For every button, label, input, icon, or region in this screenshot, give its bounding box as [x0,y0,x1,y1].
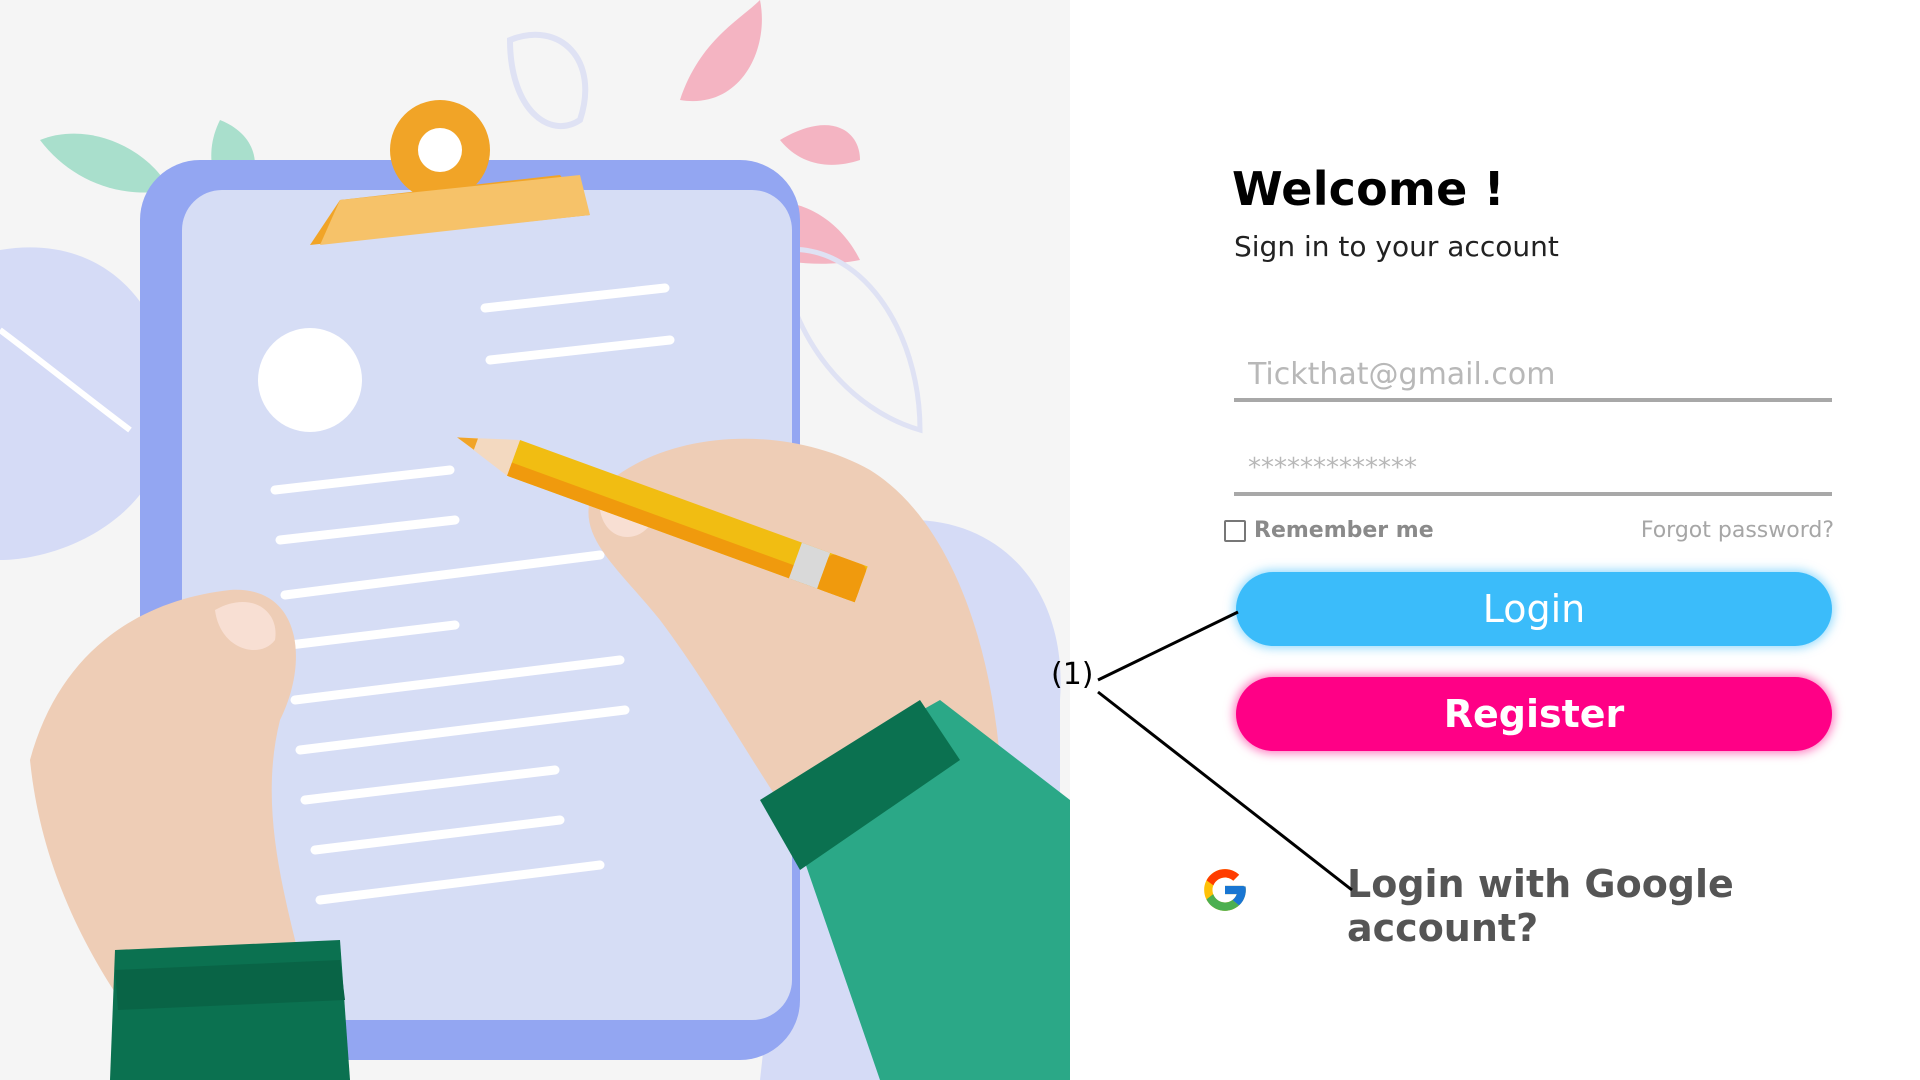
remember-me-checkbox[interactable] [1224,519,1246,542]
callout-label: (1) [1051,657,1094,692]
login-button[interactable]: Login [1236,572,1832,646]
google-login-link[interactable]: Login with Google account? [1347,862,1920,950]
remember-me-label: Remember me [1254,518,1434,543]
clipboard-illustration [0,0,1070,1080]
callout-line-login [1097,610,1239,682]
google-icon[interactable] [1200,865,1250,915]
email-field[interactable] [1234,350,1832,402]
remember-me[interactable]: Remember me [1224,518,1434,543]
register-button[interactable]: Register [1236,677,1832,751]
welcome-title: Welcome ! [1232,162,1505,216]
password-field[interactable] [1234,444,1832,496]
forgot-password-link[interactable]: Forgot password? [1641,518,1834,543]
sign-in-subtitle: Sign in to your account [1234,230,1559,263]
